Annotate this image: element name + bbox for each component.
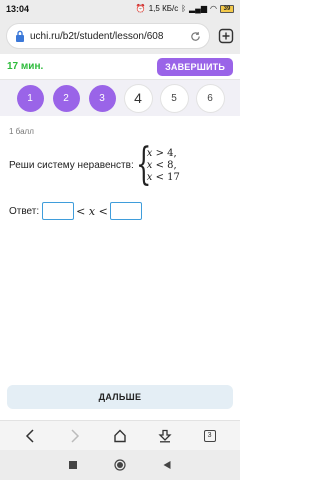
task-statement: Реши систему неравенств: { x > 4, x < 8,… [9,140,234,190]
forward-button[interactable] [63,424,87,448]
alarm-icon: ⏰ [135,4,146,13]
status-icons: ⏰ 1,5 КБ/с ᛒ ▂▄▆ ◠ 39 [136,5,234,13]
address-bar[interactable]: uchi.ru/b2t/student/lesson/608 [6,23,210,49]
download-icon [158,429,172,442]
battery-icon: 39 [220,5,234,13]
finish-button[interactable]: ЗАВЕРШИТЬ [157,57,233,76]
browser-nav-bar: 3 [0,420,240,450]
inequality-3: x < 17 [146,171,180,183]
browser-toolbar: uchi.ru/b2t/student/lesson/608 [0,18,240,54]
reload-icon[interactable] [190,31,201,42]
step-3[interactable]: 3 [88,84,116,112]
recents-icon[interactable] [68,460,78,470]
status-time: 13:04 [6,4,30,14]
system-nav-bar [0,450,240,480]
task-steps: 1 2 3 4 5 6 [0,80,240,116]
lesson-timer: 17 мин. [7,61,44,72]
screen: 13:04 ⏰ 1,5 КБ/с ᛒ ▂▄▆ ◠ 39 uchi.ru/b2t/… [0,0,240,480]
back-button[interactable] [18,424,42,448]
inequality-2: x < 8, [146,159,177,171]
bluetooth-icon: ᛒ [181,4,187,13]
status-bar: 13:04 ⏰ 1,5 КБ/с ᛒ ▂▄▆ ◠ 39 [0,0,240,18]
add-tab-icon[interactable] [218,28,234,44]
back-icon [26,428,34,443]
step-2[interactable]: 2 [52,84,80,112]
home-icon [114,429,126,442]
step-5[interactable]: 5 [160,84,188,112]
signal-icon: ▂▄▆ [189,4,208,13]
forward-icon [71,428,80,443]
step-4-current[interactable]: 4 [124,84,152,112]
tabs-count: 3 [203,429,216,442]
answer-upper-input[interactable] [109,202,142,220]
tabs-button[interactable]: 3 [198,424,222,448]
lesson-header: 17 мин. ЗАВЕРШИТЬ [0,54,240,80]
home-button[interactable] [108,424,132,448]
url-text: uchi.ru/b2t/student/lesson/608 [30,30,164,42]
answer-lower-input[interactable] [42,202,75,220]
net-speed: 1,5 КБ/с [148,4,179,13]
next-button[interactable]: ДАЛЬШЕ [7,385,233,409]
system-home-icon[interactable] [114,459,126,471]
inequality-system: x > 4, x < 8, x < 17 [147,148,180,183]
download-button[interactable] [153,424,177,448]
answer-row: Ответ: < x < [9,201,142,221]
task-prompt: Реши систему неравенств: [9,159,134,171]
step-1[interactable]: 1 [16,84,44,112]
wifi-icon: ◠ [210,4,217,13]
system-back-icon[interactable] [162,460,172,470]
answer-expression: < x < [76,204,108,218]
step-6[interactable]: 6 [196,84,224,112]
answer-label: Ответ: [9,205,40,217]
lock-icon [16,30,24,42]
inequality-1: x > 4, [146,147,177,159]
system-brace: { [135,139,152,190]
task-score: 1 балл [9,127,34,136]
